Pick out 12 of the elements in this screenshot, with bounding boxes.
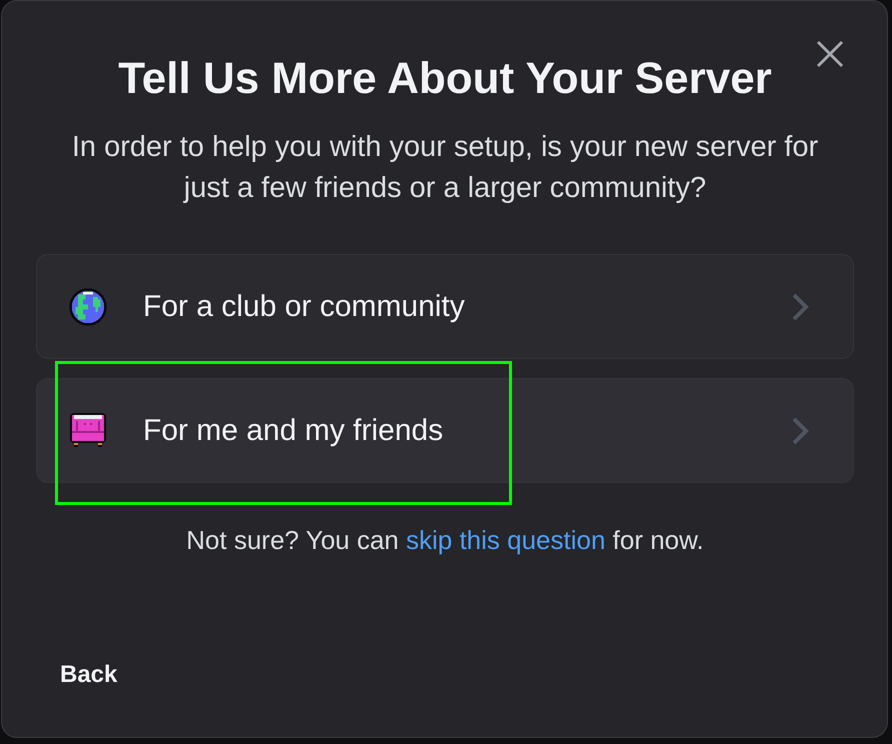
close-button[interactable] [816,40,844,68]
dialog-title: Tell Us More About Your Server [117,53,773,105]
back-button[interactable]: Back [60,660,118,690]
globe-icon [68,286,108,326]
option-button[interactable]: For a club or community [36,254,854,359]
chevron-right-icon [791,416,809,446]
skip-hint: Not sure? You can skip this question for now. [185,524,705,557]
option-button[interactable]: For me and my friends [36,378,854,483]
dialog-subtitle: In order to help you with your setup, is your new server for just a few friends or a larger community? [70,130,820,206]
chevron-right-icon [791,292,809,322]
skip-link[interactable]: skip this question [406,525,606,555]
close-icon [816,40,844,68]
